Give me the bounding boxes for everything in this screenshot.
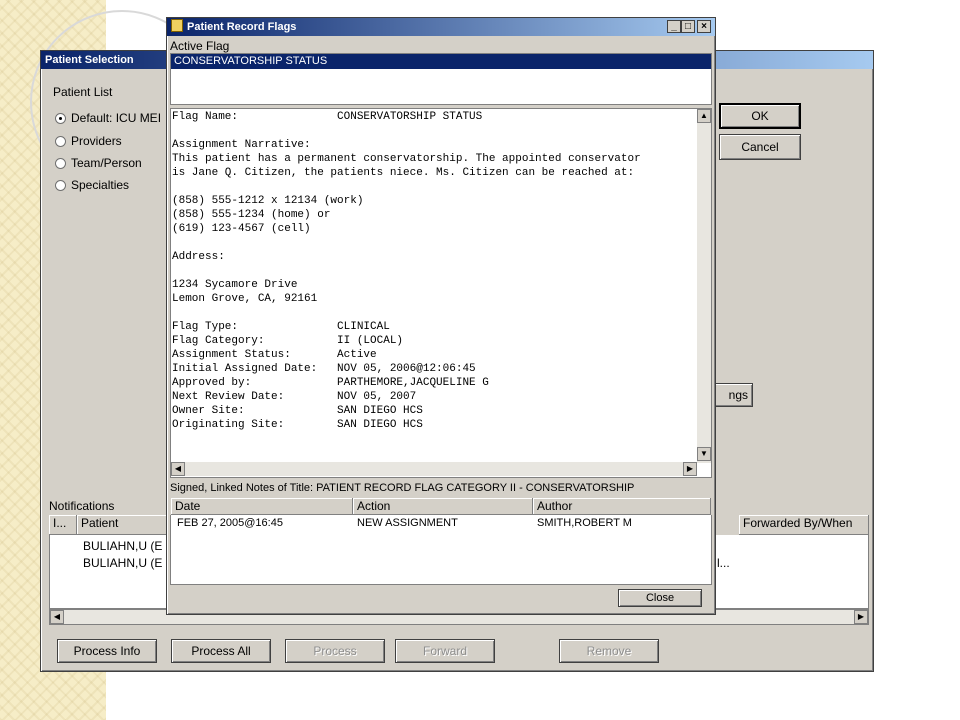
detail-line [172, 180, 694, 194]
detail-line: (858) 555-1234 (home) or [172, 209, 331, 221]
detail-line: Lemon Grove, CA, 92161 [172, 293, 318, 305]
row-tail-text: l... [717, 556, 730, 570]
table-row[interactable]: BULIAHN,U (E [83, 556, 162, 570]
detail-line [172, 236, 694, 250]
active-flag-text: CONSERVATORSHIP STATUS [174, 55, 328, 67]
scroll-down-icon[interactable]: ▼ [697, 447, 711, 461]
patient-list-label: Patient List [53, 85, 113, 99]
ok-button[interactable]: OK [719, 103, 801, 129]
notes-column-date[interactable]: Date [171, 498, 353, 515]
process-button[interactable]: Process [285, 639, 385, 663]
detail-line: is Jane Q. Citizen, the patients niece. … [172, 167, 635, 179]
window-title: Patient Selection [45, 54, 134, 66]
radio-indicator [55, 180, 66, 191]
detail-line [172, 264, 694, 278]
detail-line: Owner Site: SAN DIEGO HCS [172, 405, 423, 417]
column-header-info[interactable]: I... [49, 515, 77, 535]
table-row[interactable]: BULIAHN,U (E [83, 539, 162, 553]
notes-column-action[interactable]: Action [353, 498, 533, 515]
detail-line: Flag Type: CLINICAL [172, 321, 390, 333]
remove-button[interactable]: Remove [559, 639, 659, 663]
notifications-label: Notifications [49, 499, 115, 513]
radio-indicator [55, 113, 66, 124]
patient-record-flags-dialog: Patient Record Flags _ □ × Active Flag C… [166, 17, 716, 615]
horizontal-scrollbar[interactable] [171, 462, 697, 476]
detail-line: Assignment Status: Active [172, 349, 377, 361]
radio-label: Team/Person [71, 156, 142, 170]
process-info-button[interactable]: Process Info [57, 639, 157, 663]
detail-line [172, 306, 694, 320]
flags-dialog-titlebar: Patient Record Flags _ □ × [167, 18, 715, 36]
column-header-forwarded-by[interactable]: Forwarded By/When [739, 515, 869, 535]
close-icon[interactable]: × [697, 20, 711, 33]
radio-indicator [55, 136, 66, 147]
column-header-patient[interactable]: Patient [77, 515, 167, 535]
process-all-button[interactable]: Process All [171, 639, 271, 663]
close-button[interactable]: Close [618, 589, 702, 607]
detail-line: Initial Assigned Date: NOV 05, 2006@12:0… [172, 363, 476, 375]
active-flag-item[interactable]: CONSERVATORSHIP STATUS [171, 54, 711, 69]
scroll-left-icon[interactable]: ◀ [171, 462, 185, 476]
detail-line: Next Review Date: NOV 05, 2007 [172, 391, 417, 403]
notes-label: Signed, Linked Notes of Title: PATIENT R… [170, 482, 635, 494]
vertical-scrollbar[interactable] [697, 109, 711, 463]
detail-line: 1234 Sycamore Drive [172, 279, 298, 291]
flag-app-icon [171, 19, 183, 32]
scroll-right-icon[interactable]: ▶ [683, 462, 697, 476]
scroll-up-icon[interactable]: ▲ [697, 109, 711, 123]
minimize-icon[interactable]: _ [667, 20, 681, 33]
detail-line [172, 124, 694, 138]
detail-line: Approved by: PARTHEMORE,JACQUELINE G [172, 377, 489, 389]
detail-line: Originating Site: SAN DIEGO HCS [172, 419, 423, 431]
detail-line: Address: [172, 251, 225, 263]
note-date: FEB 27, 2005@16:45 [177, 517, 283, 529]
scroll-left-icon[interactable]: ◀ [50, 610, 64, 624]
maximize-icon[interactable]: □ [681, 20, 695, 33]
detail-line: This patient has a permanent conservator… [172, 153, 641, 165]
radio-label: Specialties [71, 178, 130, 192]
active-flag-label: Active Flag [170, 39, 230, 53]
cancel-button[interactable]: Cancel [719, 134, 801, 160]
detail-line: Assignment Narrative: [172, 139, 311, 151]
dialog-title: Patient Record Flags [187, 21, 297, 33]
forward-button[interactable]: Forward [395, 639, 495, 663]
note-action: NEW ASSIGNMENT [357, 517, 458, 529]
flag-details-text: Flag Name: CONSERVATORSHIP STATUS Assignm… [172, 110, 694, 460]
note-author: SMITH,ROBERT M [537, 517, 632, 529]
notes-column-author[interactable]: Author [533, 498, 711, 515]
detail-line: Flag Name: CONSERVATORSHIP STATUS [172, 111, 483, 123]
detail-line: (858) 555-1212 x 12134 (work) [172, 195, 364, 207]
detail-line: (619) 123-4567 (cell) [172, 223, 311, 235]
scroll-right-icon[interactable]: ▶ [854, 610, 868, 624]
table-row[interactable]: FEB 27, 2005@16:45 NEW ASSIGNMENT SMITH,… [171, 517, 711, 532]
radio-label: Default: ICU MEI [71, 111, 162, 125]
detail-line: Flag Category: II (LOCAL) [172, 335, 404, 347]
radio-indicator [55, 158, 66, 169]
radio-label: Providers [71, 134, 122, 148]
